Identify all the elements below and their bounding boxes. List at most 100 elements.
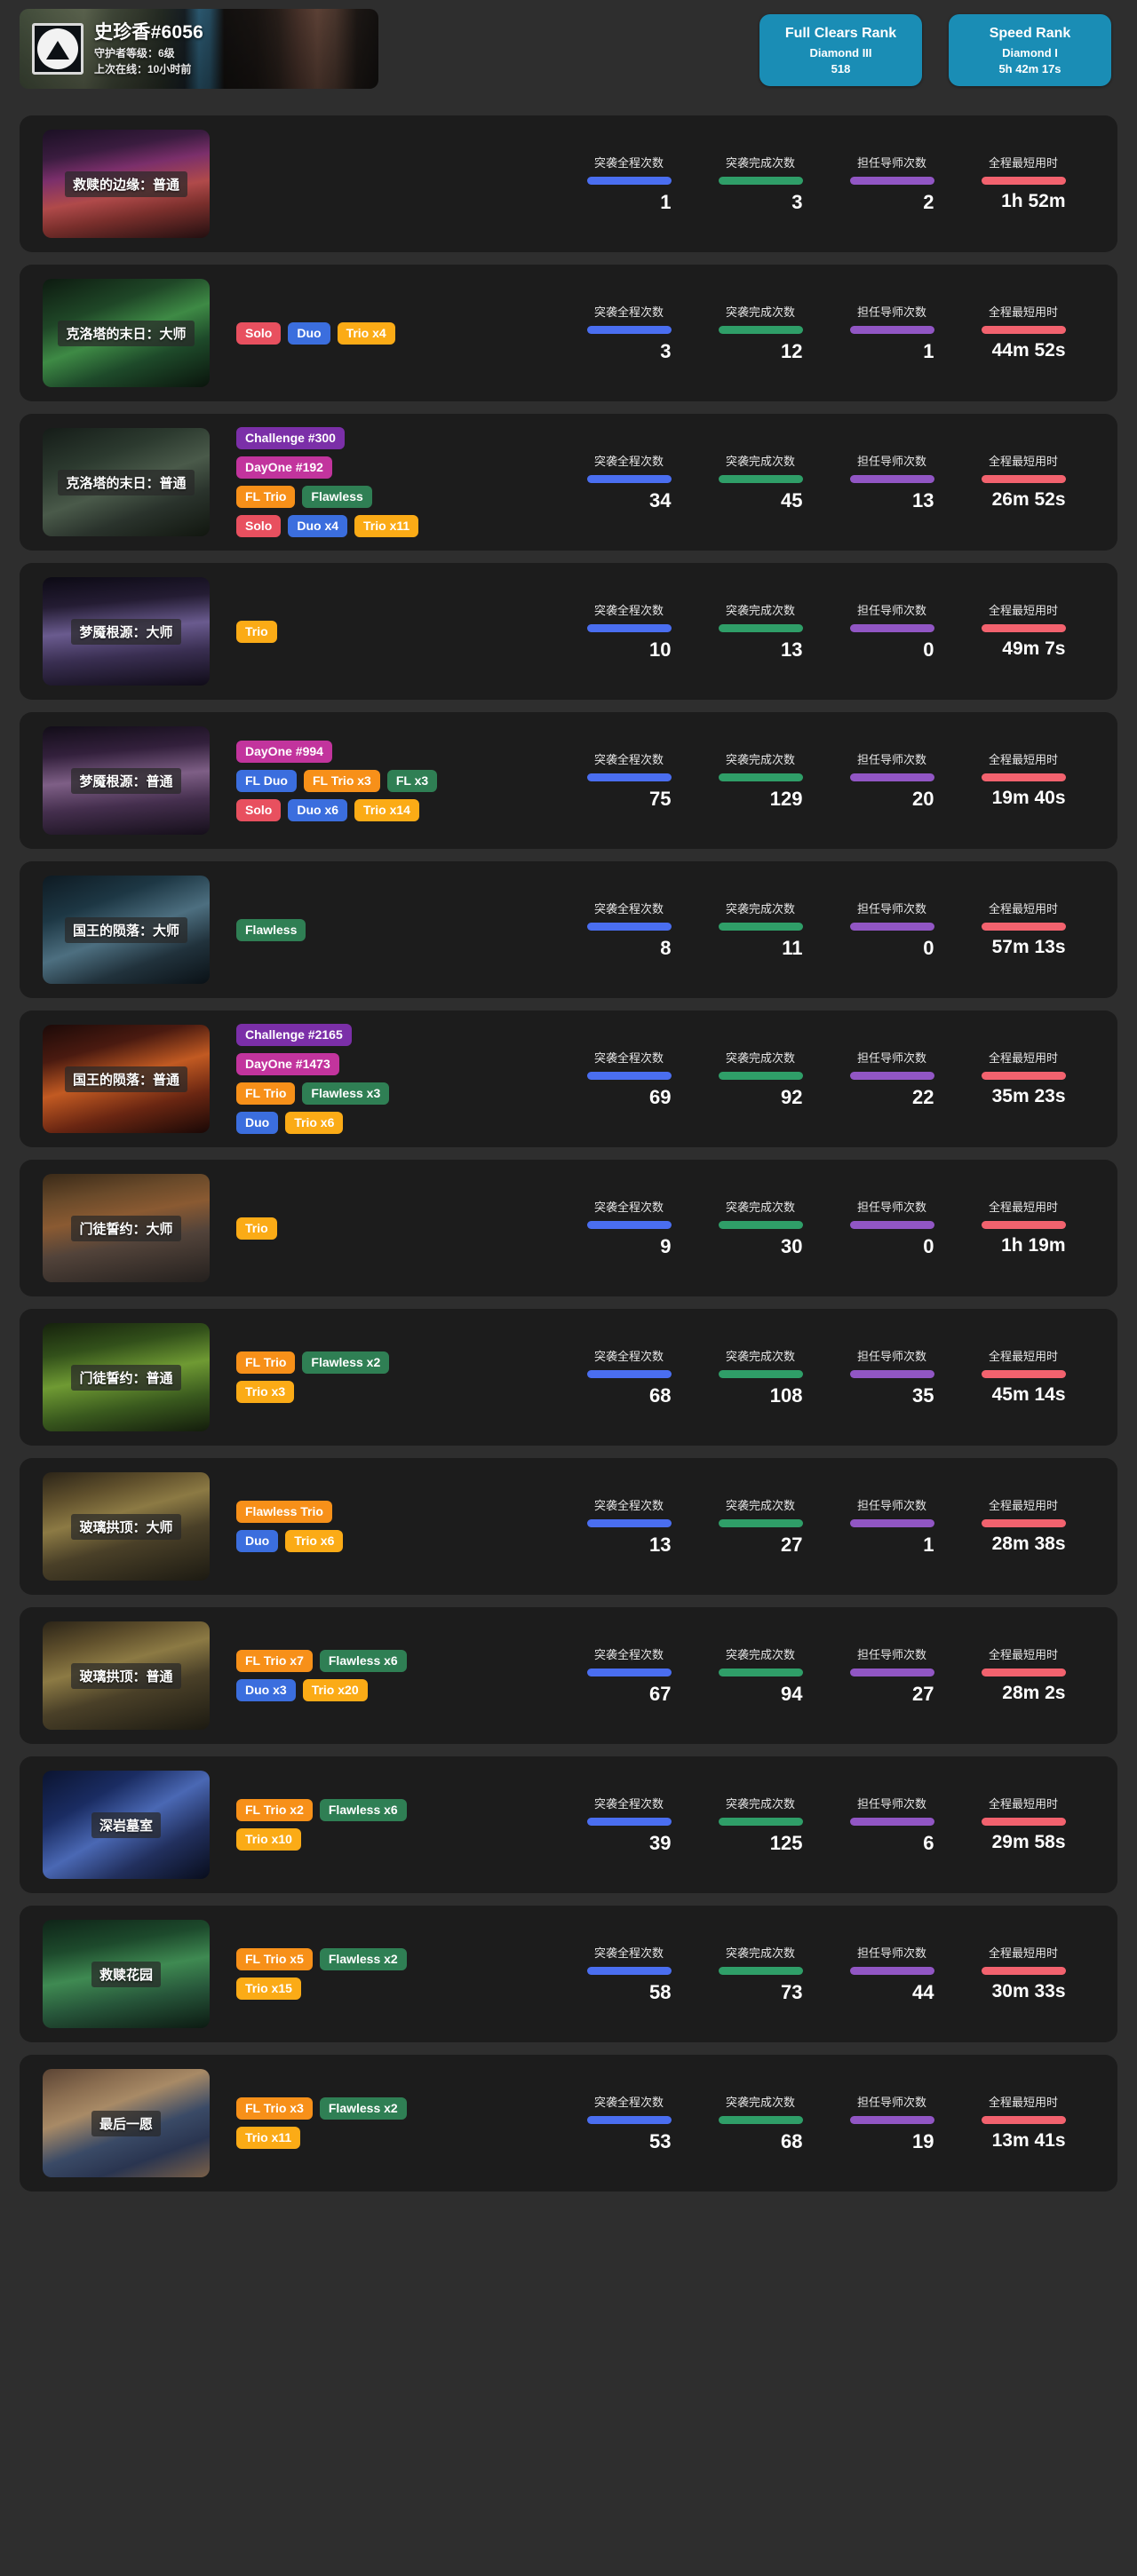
- raid-stats: 突袭全程次数 58 突袭完成次数 73 担任导师次数 44 全程最短用时 30m 33s: [563, 1944, 1089, 2004]
- raid-tag[interactable]: Flawless x6: [319, 1799, 407, 1821]
- raid-tag[interactable]: Flawless Trio: [236, 1501, 332, 1523]
- raid-tag-line: Trio x11: [236, 2127, 301, 2149]
- raid-tag[interactable]: Trio x10: [236, 1828, 301, 1851]
- raid-row[interactable]: 救赎的边缘：普通 突袭全程次数 1 突袭完成次数 3 担任导师次数 2 全程最短用时 1h 52…: [20, 115, 1117, 252]
- raid-tag[interactable]: Duo: [236, 1112, 279, 1134]
- raid-row[interactable]: 门徒誓约：大师 Trio 突袭全程次数 9 突袭完成次数 30 担任导师次数 0 全程最短用时 1…: [20, 1160, 1117, 1296]
- raid-tag[interactable]: Flawless: [236, 918, 306, 941]
- stat-color-bar: [718, 1370, 803, 1378]
- raid-tag[interactable]: DayOne #1473: [236, 1053, 339, 1075]
- raid-tag[interactable]: Trio x3: [236, 1381, 295, 1403]
- stat-color-bar: [981, 923, 1066, 931]
- raid-tag[interactable]: FL Trio: [236, 486, 296, 508]
- raid-tag[interactable]: Flawless x2: [302, 1351, 390, 1374]
- raid-tag-group: FL Trio x3 Flawless x2 Trio x11: [236, 2097, 563, 2149]
- raid-tag[interactable]: Flawless: [302, 486, 372, 508]
- raid-tag[interactable]: Trio x11: [354, 515, 419, 537]
- raid-row[interactable]: 玻璃拱顶：普通 FL Trio x7 Flawless x6 Duo x3 Trio x…: [20, 1607, 1117, 1744]
- rank-title: Speed Rank: [989, 26, 1071, 41]
- raid-row[interactable]: 梦魇根源：普通 DayOne #994 FL Duo FL Trio x3 FL x3 S…: [20, 712, 1117, 849]
- raid-row[interactable]: 克洛塔的末日：普通 Challenge #300 DayOne #192 FL Tri…: [20, 414, 1117, 551]
- raid-tag[interactable]: Trio x6: [285, 1530, 344, 1552]
- raid-tag-group: Challenge #300 DayOne #192 FL Trio Flawless…: [236, 427, 563, 537]
- raid-tag[interactable]: Solo: [236, 798, 282, 821]
- raid-tag[interactable]: FL Trio x3: [236, 2097, 313, 2120]
- raid-tag[interactable]: FL Trio: [236, 1082, 296, 1105]
- raid-tag[interactable]: Duo x4: [288, 515, 348, 537]
- stat-label: 突袭完成次数: [725, 1350, 795, 1363]
- raid-tag[interactable]: Trio x14: [354, 798, 419, 821]
- raid-row[interactable]: 国王的陨落：大师 Flawless 突袭全程次数 8 突袭完成次数 11 担任导师次数 0 全程…: [20, 861, 1117, 998]
- raid-tag[interactable]: Flawless x3: [302, 1082, 390, 1105]
- raid-row[interactable]: 深岩墓室 FL Trio x2 Flawless x6 Trio x10 突袭全程次数 3…: [20, 1756, 1117, 1893]
- raid-title: 深岩墓室: [91, 1811, 161, 1838]
- raid-tag[interactable]: Trio x15: [236, 1978, 301, 2000]
- stat-label: 突袭全程次数: [593, 2096, 664, 2109]
- stat-color-bar: [718, 624, 803, 632]
- raid-row[interactable]: 国王的陨落：普通 Challenge #2165 DayOne #1473 FL Tr…: [20, 1011, 1117, 1147]
- raid-tag[interactable]: Trio x11: [236, 2127, 301, 2149]
- profile-card[interactable]: 史珍香#6056 守护者等级：6级 上次在线：10小时前: [20, 9, 378, 89]
- stat-color-bar: [849, 773, 934, 781]
- stat-column-sherpa: 担任导师次数 19: [826, 2093, 958, 2153]
- speed-rank-badge[interactable]: Speed Rank Diamond I 5h 42m 17s: [949, 14, 1111, 86]
- stat-color-bar: [586, 624, 672, 632]
- raid-row[interactable]: 克洛塔的末日：大师 Solo Duo Trio x4 突袭全程次数 3 突袭完成次数 12 担任…: [20, 265, 1117, 401]
- raid-tag[interactable]: Trio x4: [337, 321, 395, 345]
- raid-tag[interactable]: Trio: [236, 620, 277, 643]
- raid-thumbnail: 玻璃拱顶：普通: [43, 1621, 210, 1730]
- raid-tag[interactable]: Trio: [236, 1217, 277, 1240]
- raid-row[interactable]: 救赎花园 FL Trio x5 Flawless x2 Trio x15 突袭全程次数 5…: [20, 1906, 1117, 2042]
- raid-tag[interactable]: Trio x20: [302, 1679, 368, 1701]
- raid-tag[interactable]: FL Duo: [236, 769, 297, 792]
- stat-color-bar: [718, 326, 803, 334]
- raid-tag[interactable]: Flawless x2: [319, 2097, 407, 2120]
- stat-label: 全程最短用时: [988, 753, 1058, 766]
- stat-label: 全程最短用时: [988, 1499, 1058, 1512]
- raid-tag[interactable]: Challenge #2165: [236, 1024, 352, 1046]
- stat-label: 担任导师次数: [856, 156, 926, 170]
- stat-label: 全程最短用时: [988, 902, 1058, 915]
- raid-row[interactable]: 玻璃拱顶：大师 Flawless Trio Duo Trio x6 突袭全程次数 13 突袭…: [20, 1458, 1117, 1595]
- guardian-rank-line: 守护者等级：6级: [94, 47, 175, 60]
- raid-tag[interactable]: FL x3: [386, 769, 438, 792]
- raid-tag[interactable]: Flawless x6: [319, 1650, 407, 1672]
- raid-tag[interactable]: Duo x6: [288, 798, 348, 821]
- full-clears-rank-badge[interactable]: Full Clears Rank Diamond III 518: [759, 14, 922, 86]
- stat-value: 13: [649, 1534, 672, 1556]
- raid-title: 玻璃拱顶：大师: [71, 1513, 181, 1540]
- raid-tag[interactable]: Flawless x2: [319, 1948, 407, 1970]
- raid-tag[interactable]: FL Trio x3: [303, 769, 380, 792]
- raid-row[interactable]: 梦魇根源：大师 Trio 突袭全程次数 10 突袭完成次数 13 担任导师次数 0 全程最短用时…: [20, 563, 1117, 700]
- raid-row[interactable]: 门徒誓约：普通 FL Trio Flawless x2 Trio x3 突袭全程次数 68…: [20, 1309, 1117, 1446]
- stat-color-bar: [718, 1072, 803, 1080]
- stat-value: 1h 52m: [1001, 191, 1066, 211]
- raid-tag[interactable]: Duo: [288, 321, 330, 345]
- stat-column-sherpa: 担任导师次数 35: [826, 1347, 958, 1407]
- stat-value: 44m 52s: [991, 340, 1066, 361]
- raid-tag[interactable]: Duo: [236, 1530, 279, 1552]
- stat-color-bar: [586, 1818, 672, 1826]
- raid-tag[interactable]: DayOne #192: [236, 456, 332, 479]
- triangle-emblem-icon: [32, 23, 83, 75]
- raid-tag[interactable]: DayOne #994: [236, 740, 332, 763]
- stat-label: 担任导师次数: [856, 1499, 926, 1512]
- stat-label: 突袭全程次数: [593, 1051, 664, 1065]
- raid-tag[interactable]: Challenge #300: [236, 427, 345, 449]
- raid-row[interactable]: 最后一愿 FL Trio x3 Flawless x2 Trio x11 突袭全程次数 5…: [20, 2055, 1117, 2192]
- raid-tag[interactable]: Trio x6: [285, 1112, 344, 1134]
- stat-value: 9: [660, 1235, 672, 1257]
- raid-tag[interactable]: FL Trio x2: [236, 1799, 313, 1821]
- raid-tag[interactable]: FL Trio x5: [236, 1948, 313, 1970]
- raid-tag[interactable]: Solo: [236, 515, 282, 537]
- raid-tag[interactable]: FL Trio x7: [236, 1650, 313, 1672]
- raid-tag[interactable]: FL Trio: [236, 1351, 296, 1374]
- stat-color-bar: [981, 177, 1066, 185]
- stat-value: 26m 52s: [991, 489, 1066, 510]
- stat-value: 125: [769, 1832, 803, 1854]
- raid-tag[interactable]: Duo x3: [236, 1679, 296, 1701]
- stat-label: 担任导师次数: [856, 604, 926, 617]
- raid-tag[interactable]: Solo: [236, 321, 282, 345]
- raid-tag-line: Trio: [236, 1217, 277, 1240]
- stat-value: 13m 41s: [991, 2130, 1066, 2151]
